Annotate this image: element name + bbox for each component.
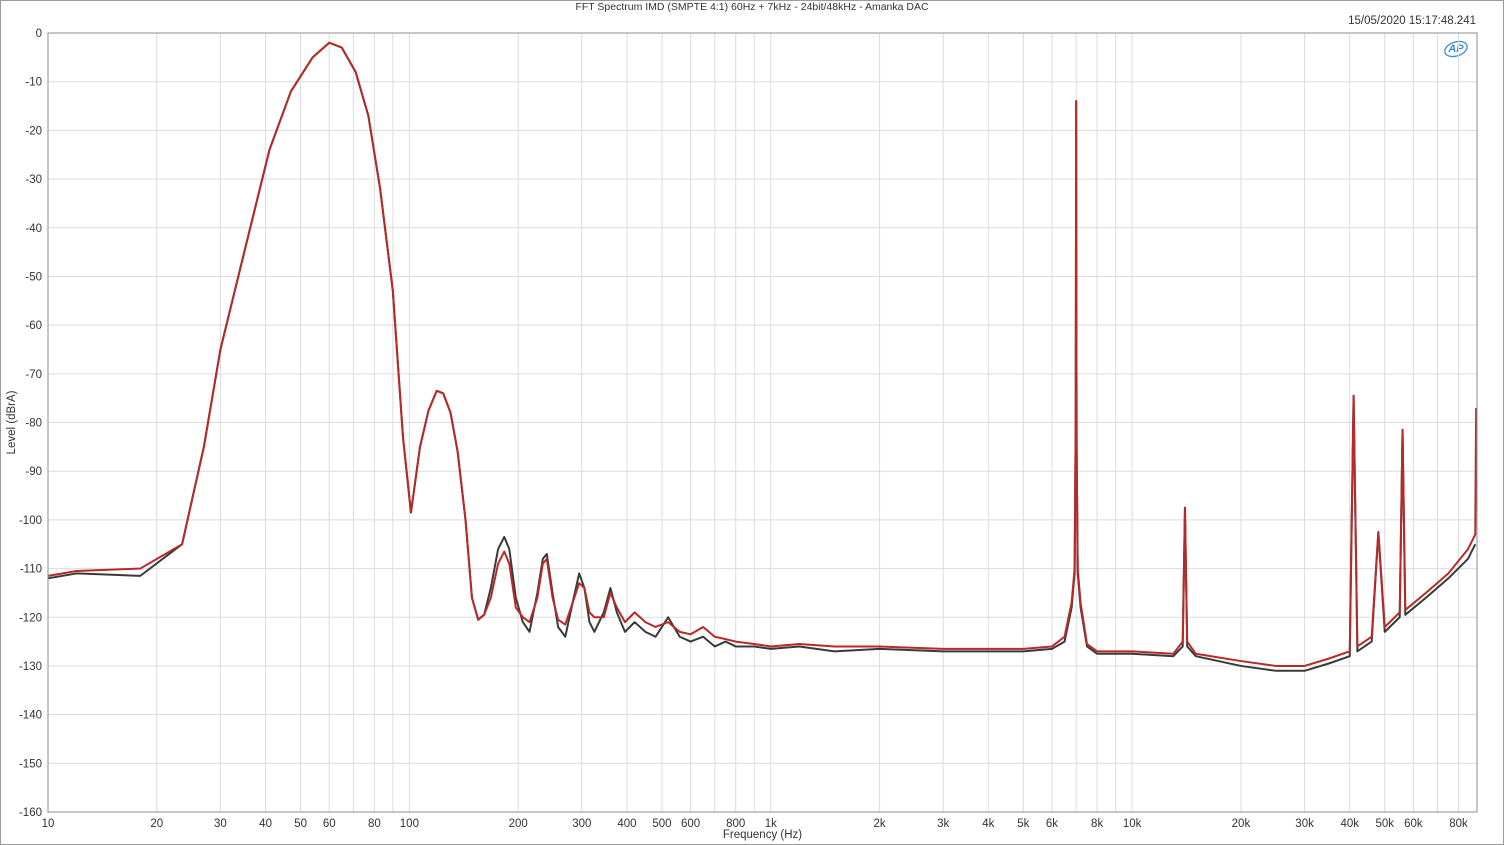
x-axis-label: Frequency (Hz) <box>723 829 802 841</box>
x-tick-label: 40 <box>259 818 272 830</box>
y-tick-label: -140 <box>19 710 42 722</box>
fft-spectrum-chart: 10 20 30 40 50 60 80 100 200 300 400 500 600 800 1k 2k 3… <box>6 28 1478 841</box>
x-tick-label: 60 <box>323 818 336 830</box>
y-tick-label: -10 <box>25 77 42 89</box>
x-tick-label: 80 <box>368 818 381 830</box>
x-tick-label: 8k <box>1091 818 1103 830</box>
y-tick-label: -150 <box>19 758 42 770</box>
y-tick-label: -100 <box>19 515 42 527</box>
x-tick-label: 40k <box>1340 818 1359 830</box>
y-tick-label: 0 <box>36 28 42 40</box>
x-tick-label: 2k <box>873 818 885 830</box>
x-tick-label: 10k <box>1123 818 1142 830</box>
x-tick-label: 6k <box>1046 818 1058 830</box>
y-tick-label: -160 <box>19 807 42 819</box>
x-tick-label: 5k <box>1017 818 1029 830</box>
x-tick-label: 20 <box>150 818 163 830</box>
y-tick-label: -20 <box>25 125 42 137</box>
series-line-2 <box>47 41 1478 667</box>
x-tick-label: 200 <box>509 818 528 830</box>
y-tick-label: -40 <box>25 223 42 235</box>
y-tick-label: -30 <box>25 174 42 186</box>
x-tick-label: 30k <box>1295 818 1314 830</box>
x-tick-label: 3k <box>937 818 949 830</box>
x-tick-label: 20k <box>1232 818 1251 830</box>
x-tick-label: 80k <box>1449 818 1468 830</box>
y-tick-label: -70 <box>25 369 42 381</box>
y-tick-label: -60 <box>25 320 42 332</box>
x-tick-label: 50k <box>1375 818 1394 830</box>
x-tick-label: 500 <box>652 818 671 830</box>
x-tick-label: 10 <box>42 818 55 830</box>
series-line-1 <box>47 41 1477 672</box>
y-tick-label: -80 <box>25 418 42 430</box>
y-axis-ticks: 0 -10 -20 -30 -40 -50 -60 -70 -80 -90 -100 -110 -120… <box>19 28 42 819</box>
y-tick-label: -90 <box>25 466 42 478</box>
y-tick-label: -120 <box>19 612 42 624</box>
x-tick-label: 400 <box>617 818 636 830</box>
x-tick-label: 4k <box>982 818 994 830</box>
series-layer <box>47 41 1478 672</box>
x-tick-label: 100 <box>400 818 419 830</box>
x-tick-label: 300 <box>572 818 591 830</box>
y-axis-label: Level (dBrA) <box>6 390 18 454</box>
grid-lines <box>48 32 1477 813</box>
x-tick-label: 60k <box>1404 818 1423 830</box>
x-tick-label: 600 <box>681 818 700 830</box>
x-tick-label: 50 <box>294 818 307 830</box>
y-tick-label: -130 <box>19 661 42 673</box>
x-tick-label: 30 <box>214 818 227 830</box>
y-tick-label: -50 <box>25 271 42 283</box>
y-tick-label: -110 <box>20 564 42 576</box>
